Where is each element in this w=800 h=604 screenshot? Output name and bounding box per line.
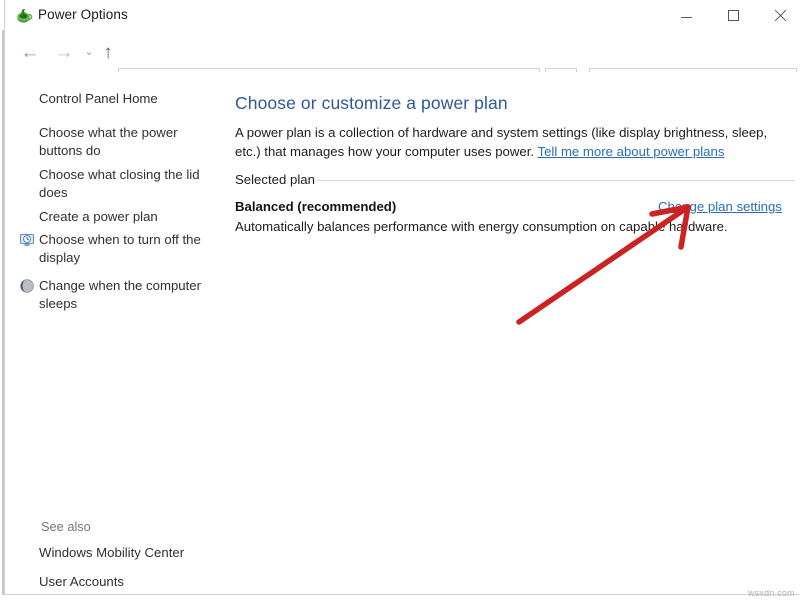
see-also-item-label: User Accounts <box>39 574 124 589</box>
title-bar: Power Options <box>5 0 800 31</box>
screenshot-root: Power Options ← → ⌄ ↑ <box>0 0 800 604</box>
navigation-bar: ← → ⌄ ↑ <box>5 31 800 72</box>
sidebar-item-control-panel-home[interactable]: Control Panel Home <box>39 90 219 108</box>
arrow-up-icon: ↑ <box>103 43 113 62</box>
close-button[interactable] <box>757 0 800 31</box>
window-title: Power Options <box>38 7 128 22</box>
tell-me-more-link[interactable]: Tell me more about power plans <box>538 144 725 159</box>
watermark: wsxdn.com <box>748 588 795 598</box>
minimize-button[interactable] <box>663 0 709 31</box>
chevron-down-icon: ⌄ <box>84 47 93 58</box>
see-also-label: See also <box>41 519 91 534</box>
power-options-window: Power Options ← → ⌄ ↑ <box>4 0 800 595</box>
sidebar-item-label: Create a power plan <box>39 209 158 224</box>
sidebar-item-windows-mobility-center[interactable]: Windows Mobility Center <box>39 544 219 562</box>
sidebar-item-label: Change when the computer sleeps <box>39 278 201 311</box>
change-plan-settings-link[interactable]: Change plan settings <box>658 199 782 214</box>
plan-name: Balanced (recommended) <box>235 199 396 214</box>
sidebar-item-closing-lid[interactable]: Choose what closing the lid does <box>39 166 219 201</box>
forward-button[interactable]: → <box>53 41 75 63</box>
back-button[interactable]: ← <box>19 41 41 63</box>
close-icon <box>774 10 786 22</box>
plan-description: Automatically balances performance with … <box>235 219 728 234</box>
power-plan-icon <box>15 7 33 25</box>
sleep-moon-icon <box>19 278 35 294</box>
minimize-icon <box>681 17 692 18</box>
sidebar-item-create-power-plan[interactable]: Create a power plan <box>39 208 219 226</box>
sidebar-item-label: Choose what closing the lid does <box>39 167 200 200</box>
sidebar-item-turn-off-display[interactable]: Choose when to turn off the display <box>39 231 219 266</box>
window-left-edge <box>2 30 4 595</box>
arrow-right-icon: → <box>55 43 74 62</box>
sidebar: Control Panel Home Choose what the power… <box>10 72 228 594</box>
page-title: Choose or customize a power plan <box>235 93 508 114</box>
intro-paragraph: A power plan is a collection of hardware… <box>235 123 773 161</box>
sidebar-item-label: Control Panel Home <box>39 91 158 106</box>
display-icon <box>19 232 35 248</box>
section-divider <box>316 180 795 181</box>
sidebar-item-power-buttons[interactable]: Choose what the power buttons do <box>39 124 219 159</box>
maximize-icon <box>728 10 739 21</box>
see-also-item-label: Windows Mobility Center <box>39 545 184 560</box>
arrow-left-icon: ← <box>21 43 40 62</box>
up-button[interactable]: ↑ <box>97 41 119 63</box>
main-content: Choose or customize a power plan A power… <box>228 72 800 594</box>
sidebar-item-user-accounts[interactable]: User Accounts <box>39 573 219 591</box>
maximize-button[interactable] <box>710 0 756 31</box>
selected-plan-section-label: Selected plan <box>235 172 321 187</box>
sidebar-item-computer-sleeps[interactable]: Change when the computer sleeps <box>39 277 219 312</box>
sidebar-item-label: Choose when to turn off the display <box>39 232 201 265</box>
recent-locations-button[interactable]: ⌄ <box>81 44 97 60</box>
sidebar-item-label: Choose what the power buttons do <box>39 125 178 158</box>
